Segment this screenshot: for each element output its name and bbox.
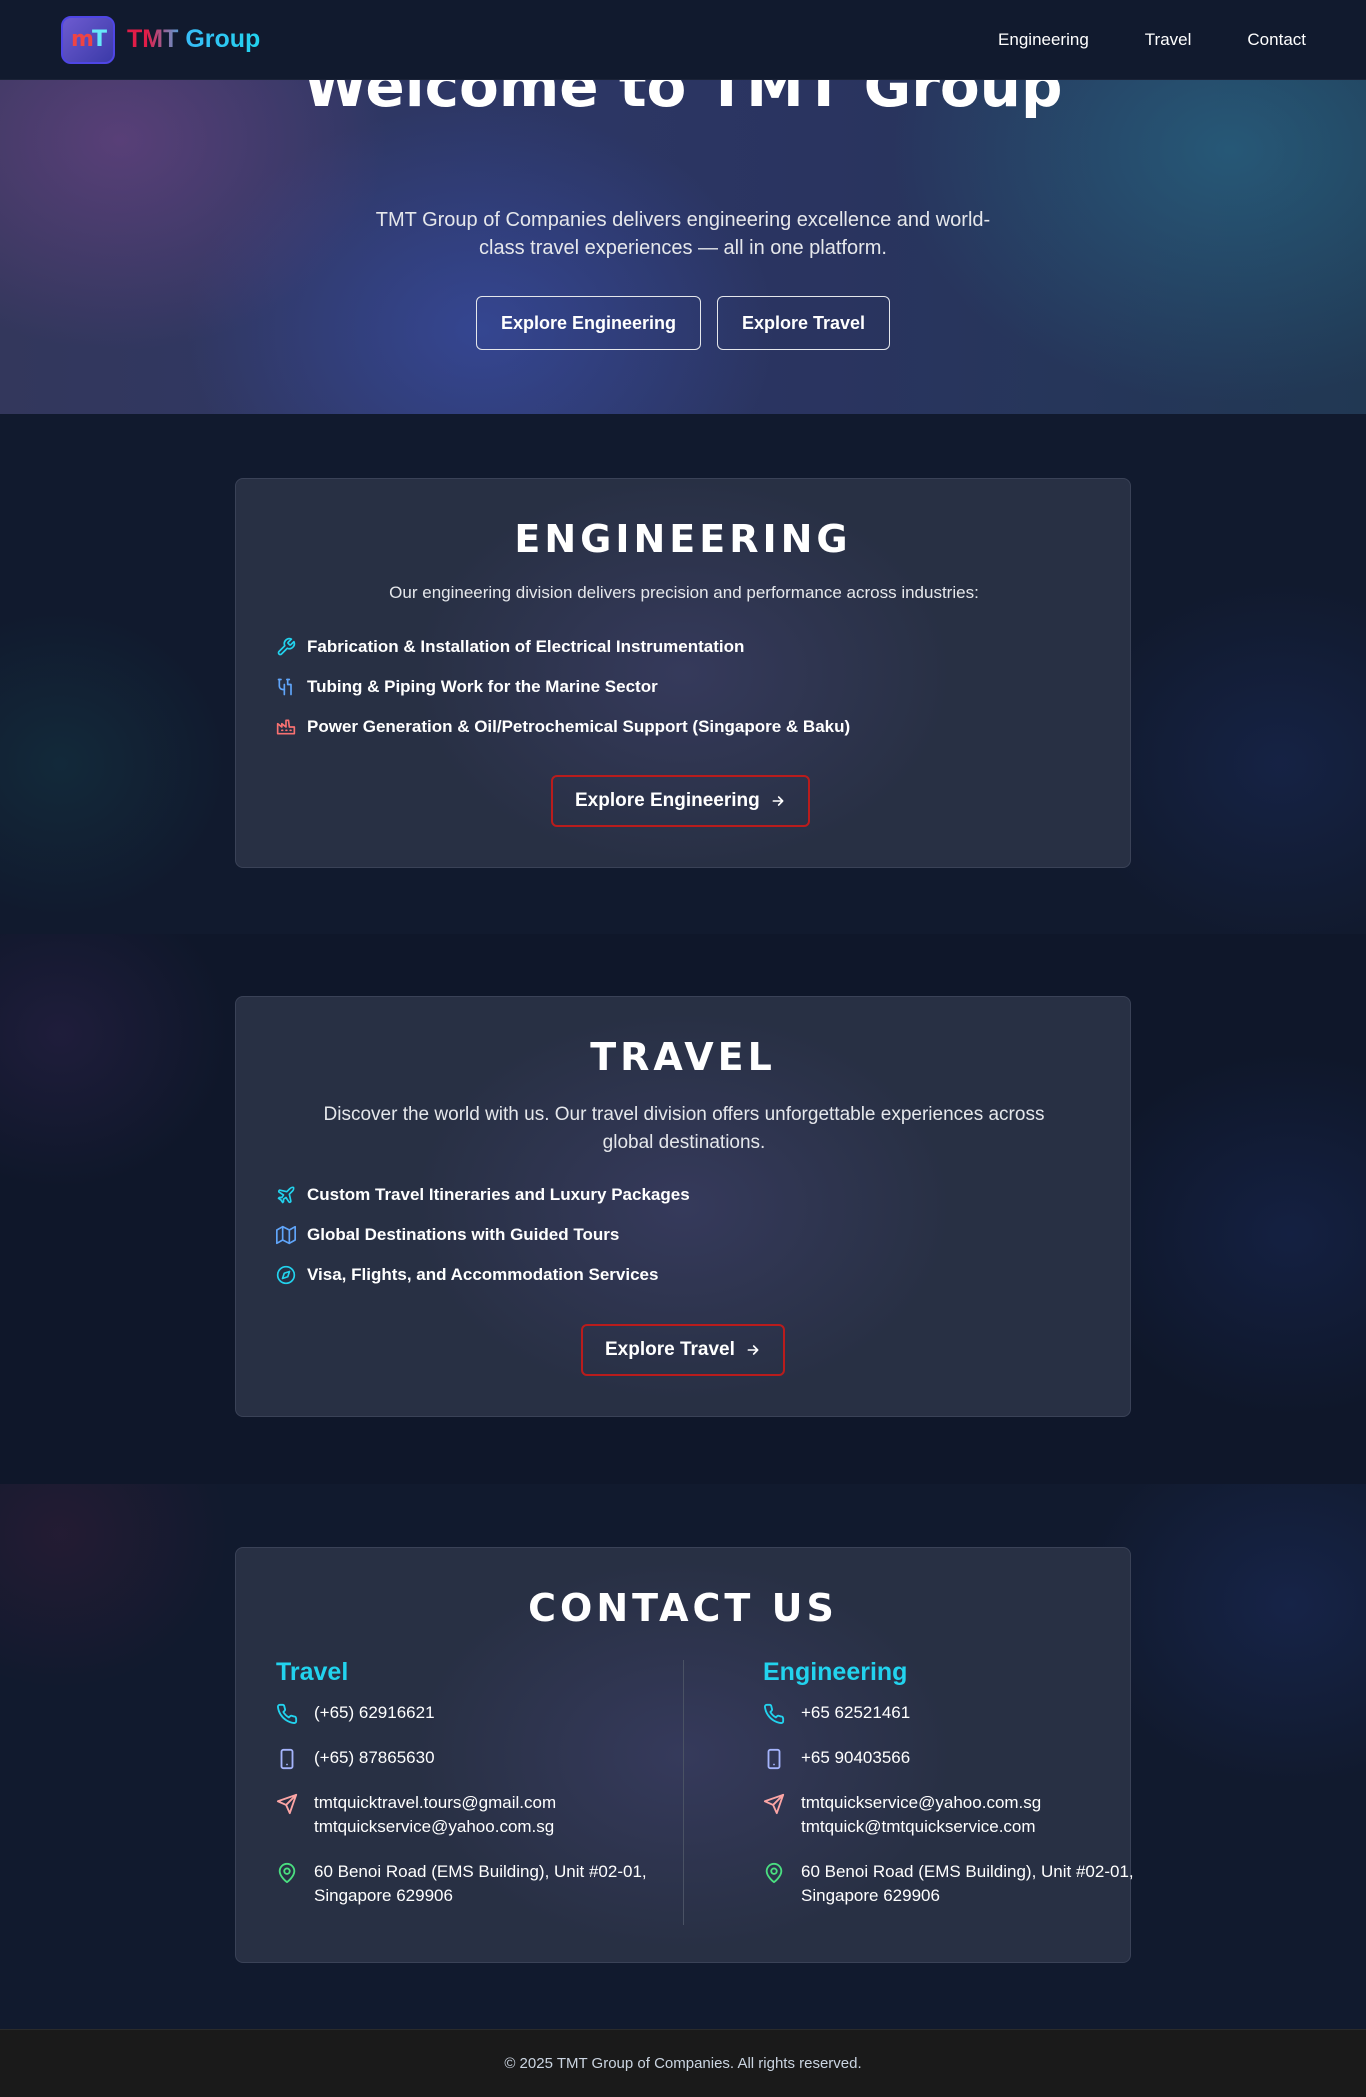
contact-mobile-row: +65 90403566 xyxy=(763,1746,1143,1770)
pipe-icon xyxy=(277,678,292,696)
engineering-card: ENGINEERING Our engineering division del… xyxy=(235,478,1131,868)
explore-engineering-button[interactable]: Explore Engineering xyxy=(551,775,810,827)
contact-phone-row: (+65) 62916621 xyxy=(276,1701,656,1725)
feature-text: Custom Travel Itineraries and Luxury Pac… xyxy=(307,1185,690,1204)
feature-text: Power Generation & Oil/Petrochemical Sup… xyxy=(307,717,851,736)
top-navbar: mT TMT Group Engineering Travel Contact xyxy=(0,0,1366,80)
feature-text: Tubing & Piping Work for the Marine Sect… xyxy=(307,677,658,696)
contact-email-row: tmtquicktravel.tours@gmail.com tmtquicks… xyxy=(276,1791,656,1839)
email-link[interactable]: tmtquickservice@yahoo.com.sg xyxy=(314,1815,556,1839)
map-pin-icon xyxy=(765,1862,783,1884)
contact-address-row: 60 Benoi Road (EMS Building), Unit #02-0… xyxy=(763,1860,1143,1908)
compass-icon xyxy=(276,1265,296,1285)
contact-section: CONTACT US Travel (+65) 62916621 (+65) 8… xyxy=(0,1484,1366,2029)
nav-link-engineering[interactable]: Engineering xyxy=(998,30,1089,50)
feature-text: Visa, Flights, and Accommodation Service… xyxy=(307,1265,659,1284)
email-text: tmtquicktravel.tours@gmail.com tmtquicks… xyxy=(314,1791,556,1839)
address-text: 60 Benoi Road (EMS Building), Unit #02-0… xyxy=(801,1862,1134,1905)
travel-card: TRAVEL Discover the world with us. Our t… xyxy=(235,996,1131,1417)
travel-feature-list: Custom Travel Itineraries and Luxury Pac… xyxy=(276,1175,690,1295)
mobile-icon xyxy=(767,1748,781,1770)
wrench-icon xyxy=(277,637,296,656)
contact-address-row: 60 Benoi Road (EMS Building), Unit #02-0… xyxy=(276,1860,656,1908)
travel-section: TRAVEL Discover the world with us. Our t… xyxy=(0,934,1366,1484)
nav-links: Engineering Travel Contact xyxy=(998,30,1306,50)
feature-text: Fabrication & Installation of Electrical… xyxy=(307,637,745,656)
brand-name: TMT Group xyxy=(127,25,261,53)
send-icon xyxy=(763,1793,785,1815)
hero-buttons: Explore Engineering Explore Travel xyxy=(0,296,1366,350)
nav-link-travel[interactable]: Travel xyxy=(1145,30,1192,50)
feature-text: Global Destinations with Guided Tours xyxy=(307,1225,620,1244)
arrow-right-icon xyxy=(772,796,784,806)
phone-text[interactable]: +65 62521461 xyxy=(801,1701,910,1725)
hero-explore-engineering-button[interactable]: Explore Engineering xyxy=(475,296,701,350)
email-link[interactable]: tmtquicktravel.tours@gmail.com xyxy=(314,1791,556,1815)
tmt-logo: mT xyxy=(61,15,115,64)
engineering-contact-heading: Engineering xyxy=(763,1658,908,1686)
travel-title: TRAVEL xyxy=(590,1035,776,1079)
contact-mobile-row: (+65) 87865630 xyxy=(276,1746,656,1770)
map-pin-icon xyxy=(278,1862,296,1884)
engineering-title: ENGINEERING xyxy=(514,517,852,561)
email-text: tmtquickservice@yahoo.com.sg tmtquick@tm… xyxy=(801,1791,1041,1839)
list-item: Fabrication & Installation of Electrical… xyxy=(276,627,850,667)
list-item: Power Generation & Oil/Petrochemical Sup… xyxy=(276,707,850,747)
mobile-text[interactable]: +65 90403566 xyxy=(801,1746,910,1770)
phone-icon xyxy=(277,1703,298,1724)
phone-icon xyxy=(764,1703,785,1724)
nav-link-contact[interactable]: Contact xyxy=(1247,30,1306,50)
plane-icon xyxy=(277,1186,295,1204)
engineering-contact-column: Engineering +65 62521461 +65 90403566 tm… xyxy=(763,1658,1143,1929)
mobile-icon xyxy=(280,1748,294,1770)
travel-contact-heading: Travel xyxy=(276,1658,349,1686)
engineering-section: ENGINEERING Our engineering division del… xyxy=(0,414,1366,934)
copyright-text: © 2025 TMT Group of Companies. All right… xyxy=(504,2055,862,2072)
engineering-description: Our engineering division delivers precis… xyxy=(389,583,979,602)
hero-explore-travel-button[interactable]: Explore Travel xyxy=(716,296,891,350)
footer: © 2025 TMT Group of Companies. All right… xyxy=(0,2029,1366,2097)
email-link[interactable]: tmtquickservice@yahoo.com.sg xyxy=(801,1791,1041,1815)
list-item: Visa, Flights, and Accommodation Service… xyxy=(276,1255,690,1295)
brand[interactable]: mT TMT Group xyxy=(61,15,261,64)
hero-subtitle: TMT Group of Companies delivers engineer… xyxy=(375,209,991,259)
mobile-text[interactable]: (+65) 87865630 xyxy=(314,1746,435,1770)
factory-icon xyxy=(276,719,296,735)
contact-card: CONTACT US Travel (+65) 62916621 (+65) 8… xyxy=(235,1547,1134,1963)
travel-contact-column: Travel (+65) 62916621 (+65) 87865630 tmt… xyxy=(276,1658,656,1929)
email-link[interactable]: tmtquick@tmtquickservice.com xyxy=(801,1815,1041,1839)
engineering-feature-list: Fabrication & Installation of Electrical… xyxy=(276,627,850,747)
arrow-right-icon xyxy=(747,1345,759,1355)
send-icon xyxy=(276,1793,298,1815)
contact-phone-row: +65 62521461 xyxy=(763,1701,1143,1725)
list-item: Custom Travel Itineraries and Luxury Pac… xyxy=(276,1175,690,1215)
list-item: Global Destinations with Guided Tours xyxy=(276,1215,690,1255)
button-label: Explore Travel xyxy=(605,1339,735,1360)
explore-travel-button[interactable]: Explore Travel xyxy=(581,1324,785,1376)
list-item: Tubing & Piping Work for the Marine Sect… xyxy=(276,667,850,707)
contact-divider xyxy=(683,1660,684,1925)
map-icon xyxy=(276,1225,296,1245)
contact-title: CONTACT US xyxy=(528,1586,838,1630)
button-label: Explore Engineering xyxy=(575,790,760,811)
travel-description: Discover the world with us. Our travel d… xyxy=(323,1104,1045,1153)
contact-email-row: tmtquickservice@yahoo.com.sg tmtquick@tm… xyxy=(763,1791,1143,1839)
address-text: 60 Benoi Road (EMS Building), Unit #02-0… xyxy=(314,1862,647,1905)
phone-text[interactable]: (+65) 62916621 xyxy=(314,1701,435,1725)
